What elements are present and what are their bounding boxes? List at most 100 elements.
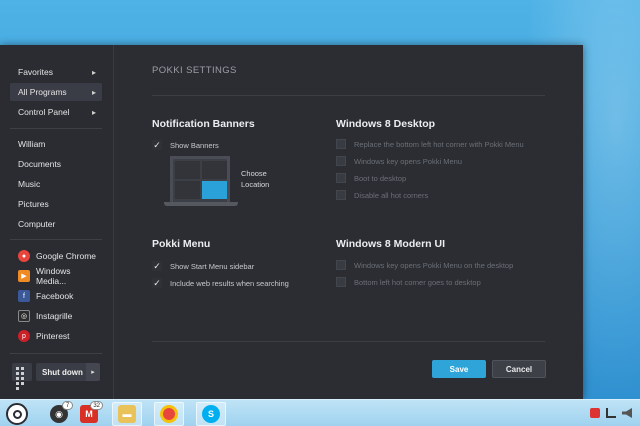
sidebar-item-music[interactable]: Music — [10, 175, 102, 193]
option-label: Boot to desktop — [354, 173, 407, 183]
checkmark-icon: ✓ — [152, 277, 162, 288]
section-heading-pokki-menu: Pokki Menu — [152, 238, 211, 250]
section-heading-win8-desktop: Windows 8 Desktop — [336, 118, 436, 130]
taskbar-app-chrome[interactable] — [154, 402, 184, 426]
system-tray — [590, 408, 632, 418]
sidebar-item-label: William — [18, 139, 46, 149]
show-banners-checkbox[interactable]: ✓ Show Banners — [152, 140, 219, 150]
app-label: Windows Media... — [36, 266, 71, 286]
sidebar-item-label: All Programs — [18, 87, 67, 97]
taskbar: ◉ 7 M 32 ▬ S — [0, 399, 640, 426]
modern-hot-corner-checkbox[interactable]: Bottom left hot corner goes to desktop — [336, 277, 481, 287]
sidebar-item-favorites[interactable]: Favorites ▸ — [10, 63, 102, 81]
section-heading-notification: Notification Banners — [152, 118, 255, 130]
shutdown-options-arrow[interactable]: ▸ — [86, 363, 100, 381]
cancel-button[interactable]: Cancel — [492, 360, 546, 378]
media-player-icon: ▶ — [18, 270, 30, 282]
sidebar-item-computer[interactable]: Computer — [10, 215, 102, 233]
app-pinterest[interactable]: p Pinterest — [10, 327, 102, 345]
start-menu-sidebar: Favorites ▸ All Programs ▸ Control Panel… — [0, 45, 114, 399]
sidebar-divider — [10, 239, 102, 240]
notification-badge: 7 — [62, 401, 73, 410]
app-label: Facebook — [36, 291, 74, 301]
all-apps-grid-button[interactable] — [12, 363, 32, 390]
laptop-base — [164, 202, 238, 206]
option-label: Windows key opens Pokki Menu — [354, 156, 462, 166]
sidebar-item-label: Music — [18, 179, 41, 189]
option-label: Show Start Menu sidebar — [170, 261, 255, 271]
checkbox-box — [336, 156, 346, 166]
sidebar-item-label: Computer — [18, 219, 56, 229]
file-explorer-icon: ▬ — [118, 405, 136, 423]
sidebar-item-label: Favorites — [18, 67, 53, 77]
option-label: Windows key opens Pokki Menu on the desk… — [354, 260, 514, 270]
location-cell[interactable] — [175, 161, 200, 179]
pokki-start-menu: Favorites ▸ All Programs ▸ Control Panel… — [0, 45, 583, 399]
app-label: Instagrille — [36, 311, 73, 321]
title-divider — [152, 95, 545, 96]
volume-icon[interactable] — [622, 408, 632, 418]
sidebar-item-all-programs[interactable]: All Programs ▸ — [10, 83, 102, 101]
network-icon[interactable] — [606, 408, 616, 418]
checkmark-icon: ✓ — [152, 139, 162, 150]
pokki-settings-panel: POKKI SETTINGS Notification Banners ✓ Sh… — [114, 45, 583, 399]
replace-hot-corner-checkbox[interactable]: Replace the bottom left hot corner with … — [336, 139, 524, 149]
shutdown-label: Shut down — [42, 367, 83, 377]
pinterest-icon: p — [18, 330, 30, 342]
app-windows-media[interactable]: ▶ Windows Media... — [10, 266, 102, 286]
sidebar-item-control-panel[interactable]: Control Panel ▸ — [10, 103, 102, 121]
app-label: Pinterest — [36, 331, 70, 341]
checkbox-box — [336, 173, 346, 183]
skype-icon: S — [202, 405, 220, 423]
taskbar-app-camera[interactable]: ◉ 7 — [44, 401, 74, 426]
boot-to-desktop-checkbox[interactable]: Boot to desktop — [336, 173, 406, 183]
sidebar-item-documents[interactable]: Documents — [10, 155, 102, 173]
sidebar-item-pictures[interactable]: Pictures — [10, 195, 102, 213]
checkbox-box — [336, 190, 346, 200]
checkmark-icon: ✓ — [152, 260, 162, 271]
app-instagrille[interactable]: ◎ Instagrille — [10, 307, 102, 325]
checkbox-box — [336, 260, 346, 270]
location-cell[interactable] — [175, 181, 200, 199]
chevron-right-icon: ▸ — [91, 67, 96, 77]
save-button[interactable]: Save — [432, 360, 486, 378]
chevron-right-icon: ▸ — [91, 87, 96, 97]
chrome-icon: ● — [18, 250, 30, 262]
location-cell[interactable] — [202, 161, 227, 179]
taskbar-app-file-explorer[interactable]: ▬ — [112, 402, 142, 426]
sidebar-item-label: Documents — [18, 159, 61, 169]
web-results-checkbox[interactable]: ✓ Include web results when searching — [152, 278, 289, 288]
banner-location-picker[interactable] — [170, 156, 230, 202]
sidebar-divider — [10, 353, 102, 354]
disable-hot-corners-checkbox[interactable]: Disable all hot corners — [336, 190, 428, 200]
app-google-chrome[interactable]: ● Google Chrome — [10, 247, 102, 265]
sidebar-item-william[interactable]: William — [10, 135, 102, 153]
show-sidebar-checkbox[interactable]: ✓ Show Start Menu sidebar — [152, 261, 254, 271]
location-cell-selected[interactable] — [202, 181, 227, 199]
checkbox-box — [336, 139, 346, 149]
choose-location-label: Choose Location — [241, 169, 270, 189]
action-center-icon[interactable] — [590, 408, 600, 418]
section-heading-win8-modern: Windows 8 Modern UI — [336, 238, 445, 250]
chrome-icon — [160, 405, 178, 423]
option-label: Replace the bottom left hot corner with … — [354, 139, 524, 149]
notification-badge: 32 — [90, 401, 103, 410]
sidebar-item-label: Control Panel — [18, 107, 70, 117]
option-label: Bottom left hot corner goes to desktop — [354, 277, 481, 287]
taskbar-app-gmail[interactable]: M 32 — [74, 401, 104, 426]
instagram-icon: ◎ — [18, 310, 30, 322]
windows-key-checkbox[interactable]: Windows key opens Pokki Menu — [336, 156, 462, 166]
pokki-start-button[interactable] — [6, 403, 28, 425]
app-facebook[interactable]: f Facebook — [10, 287, 102, 305]
option-label: Include web results when searching — [170, 278, 289, 288]
modern-windows-key-checkbox[interactable]: Windows key opens Pokki Menu on the desk… — [336, 260, 513, 270]
option-label: Disable all hot corners — [354, 190, 429, 200]
sidebar-item-label: Pictures — [18, 199, 49, 209]
option-label: Show Banners — [170, 140, 219, 150]
sidebar-divider — [10, 128, 102, 129]
checkbox-box — [336, 277, 346, 287]
footer-divider — [152, 341, 545, 342]
chevron-right-icon: ▸ — [91, 107, 96, 117]
facebook-icon: f — [18, 290, 30, 302]
taskbar-app-skype[interactable]: S — [196, 402, 226, 426]
